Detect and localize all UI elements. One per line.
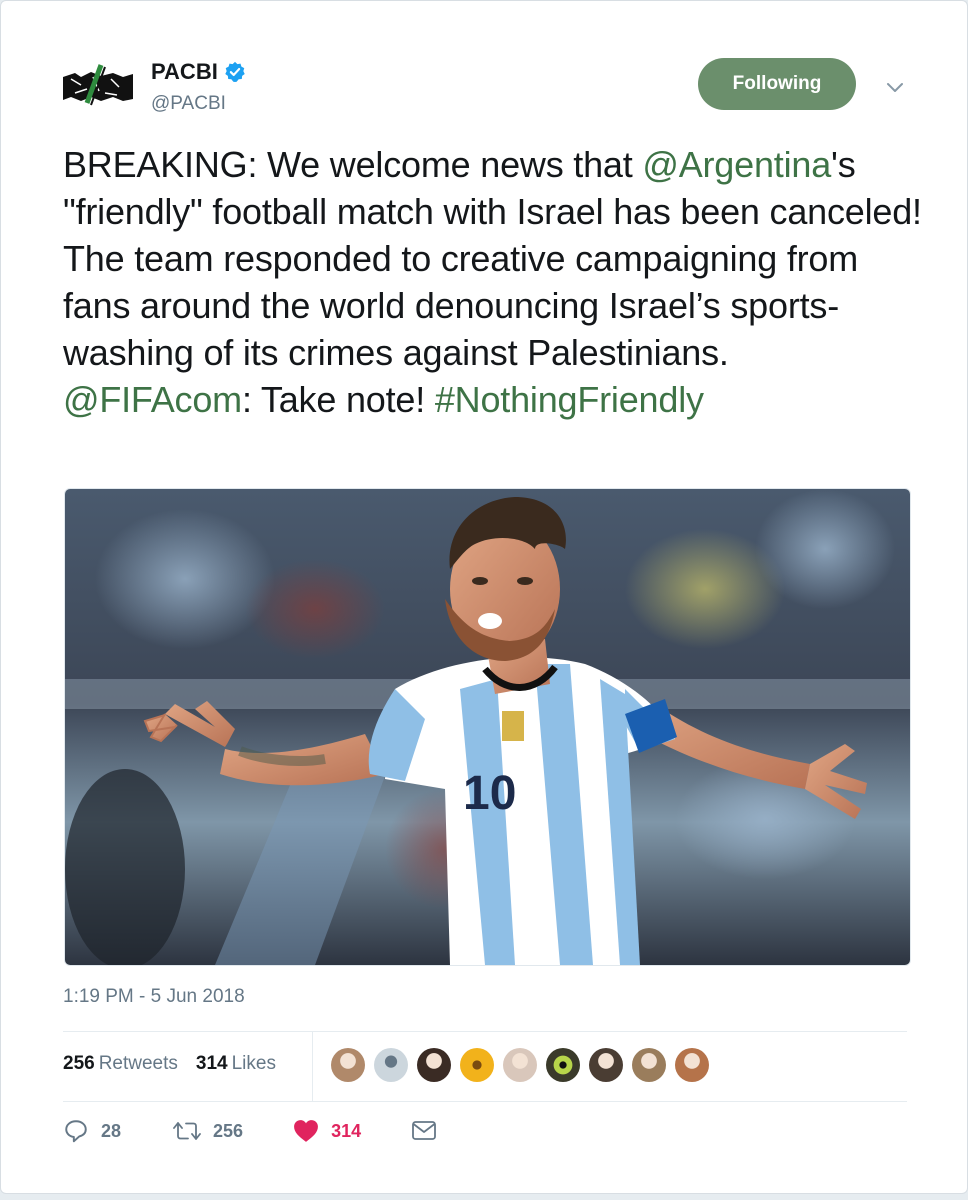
likes-stat-label: Likes [231, 1053, 276, 1074]
liker-avatar[interactable] [503, 1048, 537, 1082]
reply-count: 28 [101, 1120, 122, 1141]
divider-top [63, 1031, 907, 1032]
verified-badge-icon [225, 61, 245, 82]
account-handle[interactable]: @PACBI [151, 93, 226, 115]
direct-message-button[interactable] [411, 1119, 437, 1143]
tweet-link[interactable]: @Argentina [642, 144, 831, 185]
retweet-button[interactable]: 256 [173, 1118, 243, 1144]
liker-avatar[interactable] [417, 1048, 451, 1082]
like-button[interactable]: 314 [293, 1119, 361, 1143]
liker-avatars [331, 1048, 718, 1082]
tweet-link[interactable]: @FIFAcom [63, 379, 242, 420]
liker-avatar[interactable] [632, 1048, 666, 1082]
liker-avatar[interactable] [546, 1048, 580, 1082]
tweet-text: BREAKING: We welcome news that @Argentin… [63, 141, 923, 423]
retweets-stat[interactable]: 256 Retweets [63, 1053, 178, 1075]
chevron-down-icon[interactable] [883, 75, 907, 99]
retweets-stat-count: 256 [63, 1053, 95, 1074]
envelope-icon [412, 1121, 437, 1140]
liker-avatar[interactable] [374, 1048, 408, 1082]
photo-image: 10 [65, 489, 910, 965]
retweets-stat-label: Retweets [98, 1053, 178, 1074]
account-name[interactable]: PACBI [151, 59, 218, 85]
likes-stat[interactable]: 314 Likes [196, 1053, 276, 1075]
tweet-actions: 28 256 314 [63, 1118, 437, 1144]
name-row: PACBI [151, 59, 246, 85]
liker-avatar[interactable] [675, 1048, 709, 1082]
reply-icon [65, 1120, 87, 1143]
tweet-link[interactable]: #NothingFriendly [435, 379, 704, 420]
stats-separator [312, 1032, 313, 1102]
liker-avatar[interactable] [331, 1048, 365, 1082]
retweet-icon [173, 1122, 201, 1140]
retweet-count: 256 [213, 1120, 244, 1141]
tweet-card: PACBI @PACBI Following BREAKING: We welc… [0, 0, 968, 1194]
like-count: 314 [331, 1120, 362, 1141]
liker-avatar[interactable] [589, 1048, 623, 1082]
likes-stat-count: 314 [195, 1053, 228, 1074]
following-button[interactable]: Following [698, 58, 856, 110]
liker-avatar[interactable] [460, 1048, 494, 1082]
heart-icon [294, 1120, 318, 1142]
reply-button[interactable]: 28 [63, 1118, 121, 1144]
tweet-text-segment: : Take note! [241, 379, 435, 420]
divider-bottom [63, 1101, 907, 1102]
engagement-stats: 256 Retweets 314 Likes [63, 1053, 294, 1075]
tweet-photo[interactable]: 10 [64, 488, 911, 966]
tweet-timestamp[interactable]: 1:19 PM - 5 Jun 2018 [63, 986, 245, 1008]
tweet-text-segment: BREAKING: We welcome news that [63, 144, 643, 185]
account-avatar[interactable] [61, 63, 137, 111]
shirt-number: 10 [463, 767, 516, 820]
